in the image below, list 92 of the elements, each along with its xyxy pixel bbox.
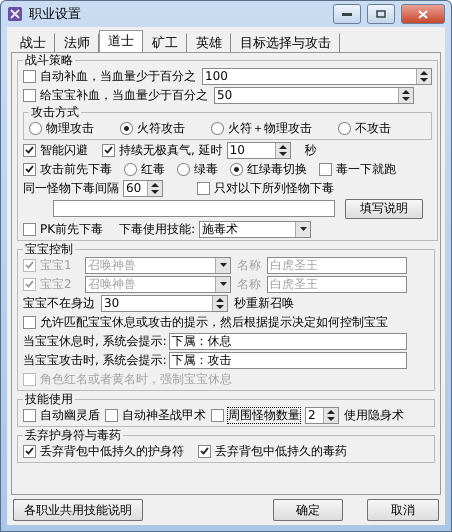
skill-dropdown[interactable]: 施毒术 [199, 220, 312, 238]
spin-field[interactable]: 2 [305, 406, 339, 424]
help-button[interactable]: 各职业共用技能说明 [13, 499, 143, 521]
spin-arrows-icon[interactable] [327, 410, 335, 420]
radio-label: 绿毒 [194, 162, 218, 176]
spin-arrows-icon[interactable] [278, 144, 287, 156]
checkbox-label: PK前先下毒 [40, 222, 104, 236]
minimize-button[interactable] [333, 4, 361, 24]
checkbox[interactable] [23, 88, 36, 102]
radio-button[interactable] [230, 162, 243, 176]
radio-label: 不攻击 [355, 120, 391, 136]
spin-field[interactable]: 60 [123, 180, 163, 196]
checkbox-label: 自动幽灵盾 [40, 408, 100, 422]
checkbox[interactable] [23, 144, 36, 156]
checkbox[interactable] [211, 408, 224, 422]
checkbox[interactable] [197, 182, 210, 194]
prompt-field[interactable]: 下属：休息 [168, 332, 407, 350]
label: 当宝宝攻击时, 系统会提示: [23, 352, 167, 368]
monster-list-field[interactable] [53, 200, 335, 217]
checkbox-label: 丢弃背包中低持久的护身符 [40, 444, 184, 458]
checkbox[interactable] [105, 408, 118, 422]
checkbox-label: 只对以下所列怪物下毒 [214, 180, 334, 196]
spin-field[interactable]: 100 [202, 68, 432, 84]
checkbox-label: 自动神圣战甲术 [122, 408, 206, 422]
label: 名称 [237, 276, 261, 292]
checkbox-label: 丢弃背包中低持久的毒药 [215, 444, 347, 458]
checkbox-label: 智能闪避 [40, 142, 88, 158]
radio-label: 物理攻击 [46, 120, 94, 136]
checkbox-label: 周围怪物数量 [228, 408, 300, 422]
maximize-button[interactable] [367, 4, 395, 24]
radio-label: 红绿毒切换 [247, 162, 307, 176]
label: 使用隐身术 [344, 408, 404, 422]
label: 宝宝不在身边 [23, 296, 95, 310]
label: 当宝宝休息时, 系统会提示: [23, 334, 167, 348]
tab[interactable]: 道士 [99, 30, 143, 52]
checkbox-label: 允许匹配宝宝休息或攻击的提示，然后根据提示决定如何控制宝宝 [40, 314, 388, 330]
radio-button[interactable] [338, 122, 351, 134]
label: 秒 [304, 142, 317, 158]
radio-button[interactable] [29, 122, 42, 134]
spin-arrows-icon[interactable] [216, 298, 224, 308]
checkbox[interactable] [102, 144, 115, 156]
checkbox-label: 持续无极真气, 延时 [119, 142, 223, 158]
checkbox[interactable] [23, 444, 36, 458]
spin-field[interactable]: 30 [101, 294, 228, 312]
spin-arrows-icon[interactable] [420, 70, 428, 82]
label: 名称 [237, 258, 261, 272]
checkbox-label: 毒一下就跑 [336, 162, 396, 176]
spin-field[interactable]: 50 [214, 86, 414, 104]
group-title: 丢弃护身符与毒药 [24, 428, 122, 442]
group-title: 攻击方式 [30, 105, 80, 119]
spin-arrows-icon[interactable] [402, 90, 410, 100]
checkbox-label: 角色红名或者黄名时，强制宝宝休息 [40, 372, 232, 386]
window-title: 职业设置 [29, 6, 82, 22]
label: 同一怪物下毒间隔 [23, 180, 119, 196]
app-icon [7, 6, 23, 22]
checkbox-label: 宝宝2 [40, 276, 72, 292]
explain-button[interactable]: 填写说明 [345, 198, 423, 218]
checkbox-label: 给宝宝补血，当血量少于百分之 [40, 88, 208, 102]
checkbox[interactable] [23, 222, 36, 236]
spin-arrows-icon[interactable] [151, 182, 159, 194]
checkbox-label: 宝宝1 [40, 258, 72, 272]
close-button[interactable] [401, 4, 445, 24]
checkbox-label: 自动补血，当血量少于百分之 [40, 68, 196, 84]
dropdown-arrow-icon[interactable] [300, 227, 307, 231]
checkbox[interactable] [319, 162, 332, 176]
dialog-button[interactable]: 取消 [367, 499, 439, 521]
dropdown-arrow-icon[interactable] [220, 263, 226, 267]
radio-button[interactable] [124, 162, 137, 176]
radio-button[interactable] [211, 122, 224, 134]
label: 下毒使用技能: [119, 222, 196, 236]
radio-label: 火符＋物理攻击 [228, 120, 312, 136]
group-title: 技能使用 [24, 392, 74, 406]
radio-label: 火符攻击 [137, 120, 185, 136]
checkbox[interactable] [198, 444, 211, 458]
checkbox-label: 攻击前先下毒 [40, 162, 112, 176]
minimize-icon [342, 12, 352, 16]
group-title: 宝宝控制 [24, 242, 74, 256]
checkbox[interactable] [23, 408, 36, 422]
close-icon [418, 10, 428, 18]
radio-button[interactable] [120, 122, 133, 134]
radio-label: 红毒 [141, 162, 165, 176]
spin-field[interactable]: 10 [226, 142, 291, 158]
dropdown-arrow-icon[interactable] [220, 282, 226, 286]
checkbox[interactable] [23, 70, 36, 82]
maximize-icon [376, 10, 386, 18]
radio-button[interactable] [177, 162, 190, 176]
group-title: 战斗策略 [24, 53, 74, 67]
label: 秒重新召唤 [234, 296, 294, 310]
checkbox[interactable] [23, 162, 36, 176]
dialog-button[interactable]: 确定 [273, 499, 343, 521]
prompt-field[interactable]: 下属：攻击 [168, 352, 407, 368]
checkbox[interactable] [23, 316, 36, 328]
